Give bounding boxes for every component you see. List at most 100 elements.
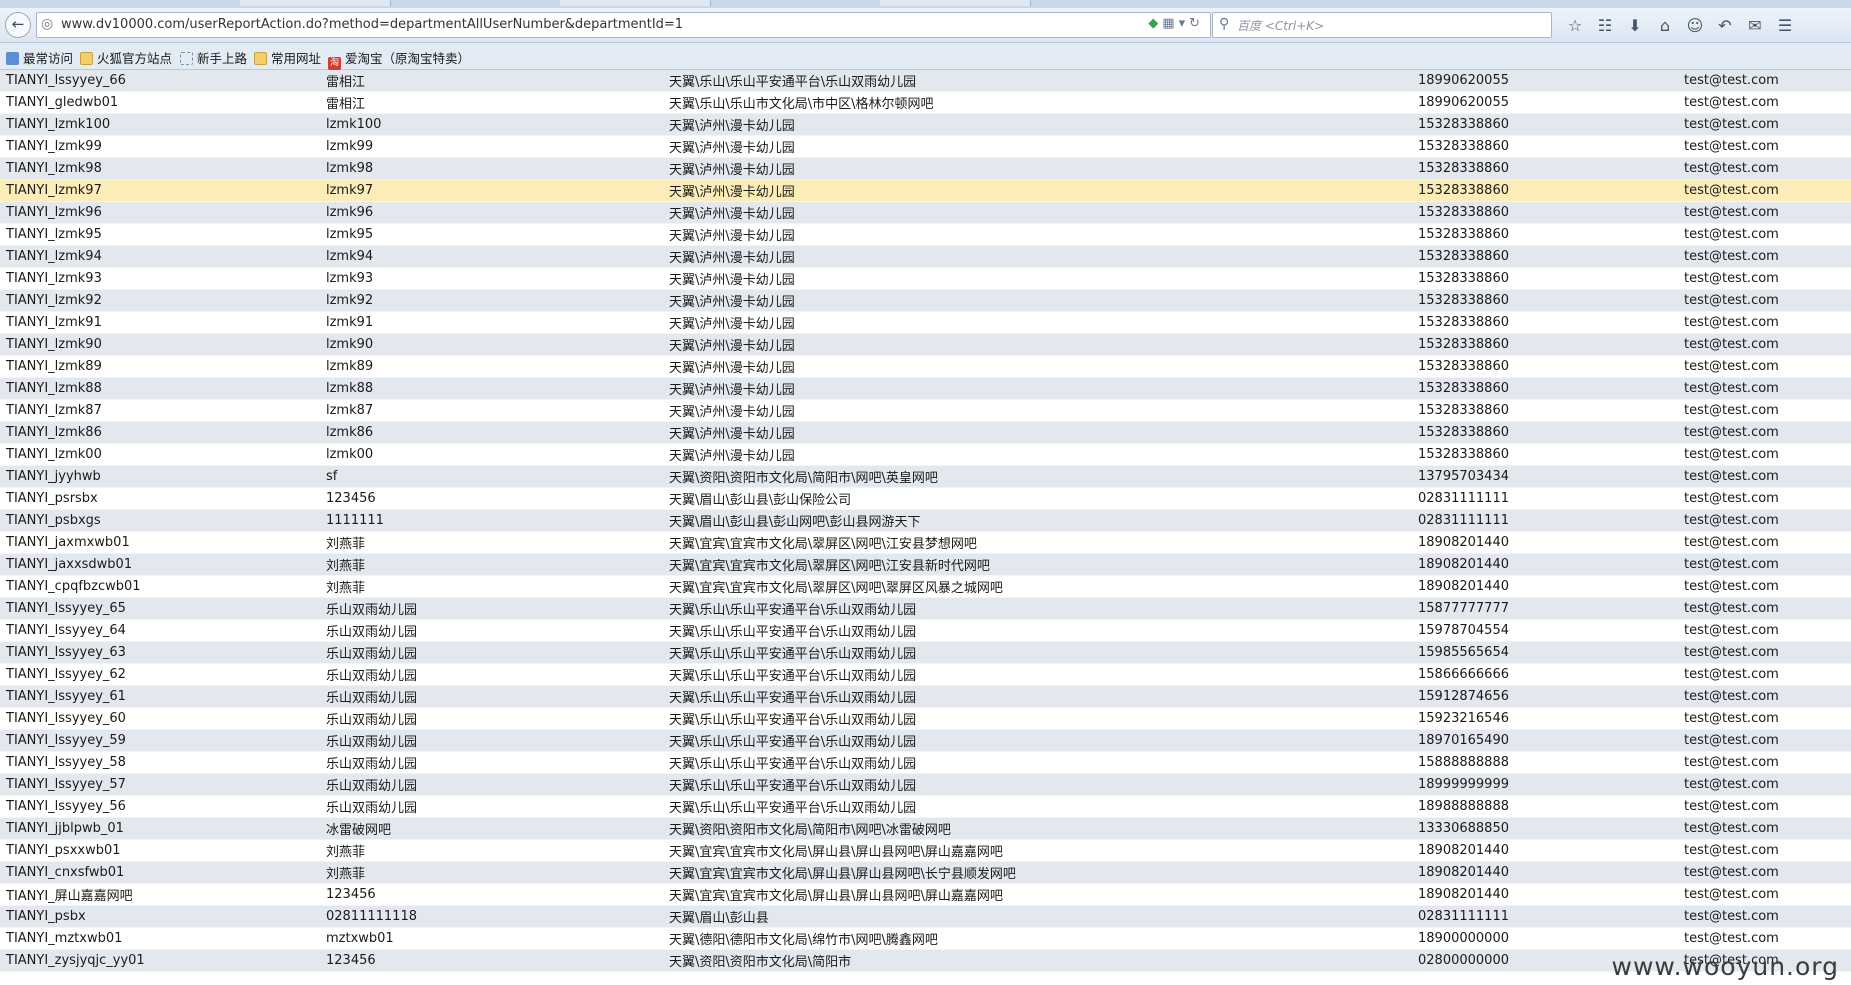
cell-email: test@test.com xyxy=(1678,619,1851,642)
cell-email: test@test.com xyxy=(1678,377,1851,400)
cell-name: 乐山双雨幼儿园 xyxy=(320,729,663,752)
url-text[interactable]: www.dv10000.com/userReportAction.do?meth… xyxy=(61,17,683,32)
cell-name: 雷相江 xyxy=(320,91,663,114)
cell-name: lzmk90 xyxy=(320,333,663,356)
undo-icon[interactable]: ↶ xyxy=(1710,14,1740,38)
shield-icon[interactable]: ◆ xyxy=(1148,16,1162,31)
download-icon[interactable]: ⬇ xyxy=(1620,14,1650,38)
table-row: TIANYI_lzmk89 lzmk89 天翼\泸州\漫卡幼儿园 1532833886… xyxy=(0,355,1851,378)
cell-username: TIANYI_lzmk99 xyxy=(0,135,320,158)
cell-username: TIANYI_lzmk100 xyxy=(0,113,320,136)
cell-department: 天翼\乐山\乐山平安通平台\乐山双雨幼儿园 xyxy=(663,663,1412,686)
cell-phone: 15328338860 xyxy=(1412,333,1678,356)
cell-email: test@test.com xyxy=(1678,905,1851,928)
bookmark-most-visited[interactable]: 最常访问 xyxy=(6,48,73,67)
cell-username: TIANYI_lssyyey_60 xyxy=(0,707,320,730)
cell-department: 天翼\眉山\彭山县\彭山保险公司 xyxy=(663,487,1412,510)
table-row: TIANYI_lzmk88 lzmk88 天翼\泸州\漫卡幼儿园 1532833886… xyxy=(0,377,1851,400)
cell-name: lzmk87 xyxy=(320,399,663,422)
bookmark-common-sites[interactable]: 常用网址 xyxy=(254,48,321,67)
cell-name: sf xyxy=(320,465,663,488)
cell-department: 天翼\眉山\彭山县\彭山网吧\彭山县网游天下 xyxy=(663,509,1412,532)
extensions-icon[interactable]: ☰ xyxy=(1770,14,1800,38)
cell-email: test@test.com xyxy=(1678,223,1851,246)
cell-department: 天翼\乐山\乐山平安通平台\乐山双雨幼儿园 xyxy=(663,641,1412,664)
cell-phone: 02831111111 xyxy=(1412,905,1678,928)
cell-name: lzmk00 xyxy=(320,443,663,466)
cell-username: TIANYI_jyyhwb xyxy=(0,465,320,488)
cell-email: test@test.com xyxy=(1678,465,1851,488)
cell-department: 天翼\泸州\漫卡幼儿园 xyxy=(663,399,1412,422)
reload-icon[interactable]: ↻ xyxy=(1189,16,1204,31)
bookmarks-bar: 最常访问 火狐官方站点 新手上路 常用网址 淘爱淘宝（原淘宝特卖） xyxy=(0,43,1851,70)
back-arrow-icon: ← xyxy=(11,15,25,33)
cell-username: TIANYI_lzmk90 xyxy=(0,333,320,356)
bookmark-star-icon[interactable]: ☆ xyxy=(1560,14,1590,38)
cell-username: TIANYI_lzmk95 xyxy=(0,223,320,246)
cell-department: 天翼\宜宾\宜宾市文化局\翠屏区\网吧\翠屏区风暴之城网吧 xyxy=(663,575,1412,598)
cell-username: TIANYI_lzmk88 xyxy=(0,377,320,400)
home-icon[interactable]: ⌂ xyxy=(1650,14,1680,38)
cell-username: TIANYI_lssyyey_56 xyxy=(0,795,320,818)
cell-username: TIANYI_zysjyqjc_yy01 xyxy=(0,949,320,972)
cell-email: test@test.com xyxy=(1678,707,1851,730)
cell-phone: 18908201440 xyxy=(1412,531,1678,554)
chat-icon[interactable]: ✉ xyxy=(1740,14,1770,38)
cell-department: 天翼\宜宾\宜宾市文化局\屏山县\屏山县网吧\屏山嘉嘉网吧 xyxy=(663,883,1412,906)
smiley-icon[interactable]: ☺ xyxy=(1680,14,1710,38)
cell-phone: 13330688850 xyxy=(1412,817,1678,840)
cell-department: 天翼\乐山\乐山平安通平台\乐山双雨幼儿园 xyxy=(663,597,1412,620)
back-button[interactable]: ← xyxy=(5,12,31,38)
bookmark-ai-taobao[interactable]: 淘爱淘宝（原淘宝特卖） xyxy=(328,48,470,70)
cell-username: TIANYI_lzmk91 xyxy=(0,311,320,334)
table-row: TIANYI_psbx 02811111118 天翼\眉山\彭山县 028311111… xyxy=(0,905,1851,928)
cell-phone: 15328338860 xyxy=(1412,179,1678,202)
cell-email: test@test.com xyxy=(1678,113,1851,136)
user-table: TIANYI_lssyyey_66 雷相江 天翼\乐山\乐山平安通平台\乐山双雨幼儿… xyxy=(0,70,1851,972)
cell-username: TIANYI_psrsbx xyxy=(0,487,320,510)
cell-department: 天翼\德阳\德阳市文化局\绵竹市\网吧\腾鑫网吧 xyxy=(663,927,1412,950)
cell-department: 天翼\泸州\漫卡幼儿园 xyxy=(663,443,1412,466)
table-row: TIANYI_lssyyey_56 乐山双雨幼儿园 天翼\乐山\乐山平安通平台\乐山… xyxy=(0,795,1851,818)
cell-email: test@test.com xyxy=(1678,289,1851,312)
cell-email: test@test.com xyxy=(1678,135,1851,158)
browser-tab[interactable] xyxy=(560,0,711,6)
cell-username: TIANYI_gledwb01 xyxy=(0,91,320,114)
cell-username: TIANYI_lssyyey_59 xyxy=(0,729,320,752)
qr-code-icon[interactable]: ▦ xyxy=(1162,16,1178,31)
cell-email: test@test.com xyxy=(1678,817,1851,840)
cell-username: TIANYI_lzmk94 xyxy=(0,245,320,268)
cell-username: TIANYI_lzmk00 xyxy=(0,443,320,466)
cell-email: test@test.com xyxy=(1678,201,1851,224)
cell-phone: 18988888888 xyxy=(1412,795,1678,818)
cell-department: 天翼\泸州\漫卡幼儿园 xyxy=(663,333,1412,356)
bookmark-getting-started[interactable]: 新手上路 xyxy=(180,48,247,67)
bookmark-firefox-official[interactable]: 火狐官方站点 xyxy=(80,48,172,67)
cell-department: 天翼\泸州\漫卡幼儿园 xyxy=(663,179,1412,202)
cell-department: 天翼\乐山\乐山平安通平台\乐山双雨幼儿园 xyxy=(663,729,1412,752)
browser-tab[interactable] xyxy=(880,0,1031,6)
cell-username: TIANYI_lssyyey_65 xyxy=(0,597,320,620)
cell-department: 天翼\乐山\乐山平安通平台\乐山双雨幼儿园 xyxy=(663,619,1412,642)
table-row: TIANYI_lzmk97 lzmk97 天翼\泸州\漫卡幼儿园 1532833886… xyxy=(0,179,1851,202)
address-bar[interactable]: ◎ www.dv10000.com/userReportAction.do?me… xyxy=(36,12,1211,38)
cell-phone: 18908201440 xyxy=(1412,553,1678,576)
dropdown-icon[interactable]: ▾ xyxy=(1179,16,1190,31)
cell-name: lzmk88 xyxy=(320,377,663,400)
cell-phone: 15978704554 xyxy=(1412,619,1678,642)
cell-department: 天翼\乐山\乐山平安通平台\乐山双雨幼儿园 xyxy=(663,773,1412,796)
cell-phone: 18999999999 xyxy=(1412,773,1678,796)
cell-email: test@test.com xyxy=(1678,553,1851,576)
cell-department: 天翼\乐山\乐山市文化局\市中区\格林尔顿网吧 xyxy=(663,91,1412,114)
table-row: TIANYI_lzmk93 lzmk93 天翼\泸州\漫卡幼儿园 1532833886… xyxy=(0,267,1851,290)
clipboard-icon[interactable]: ☷ xyxy=(1590,14,1620,38)
table-row: TIANYI_gledwb01 雷相江 天翼\乐山\乐山市文化局\市中区\格林尔顿网… xyxy=(0,91,1851,114)
cell-phone: 15328338860 xyxy=(1412,113,1678,136)
folder-icon xyxy=(80,52,93,65)
cell-username: TIANYI_lssyyey_63 xyxy=(0,641,320,664)
table-row: TIANYI_lssyyey_66 雷相江 天翼\乐山\乐山平安通平台\乐山双雨幼儿… xyxy=(0,70,1851,92)
browser-tab[interactable] xyxy=(240,0,391,6)
search-box[interactable]: ⚲ 百度 <Ctrl+K> xyxy=(1212,12,1552,38)
table-row: TIANYI_lzmk86 lzmk86 天翼\泸州\漫卡幼儿园 1532833886… xyxy=(0,421,1851,444)
cell-department: 天翼\泸州\漫卡幼儿园 xyxy=(663,245,1412,268)
